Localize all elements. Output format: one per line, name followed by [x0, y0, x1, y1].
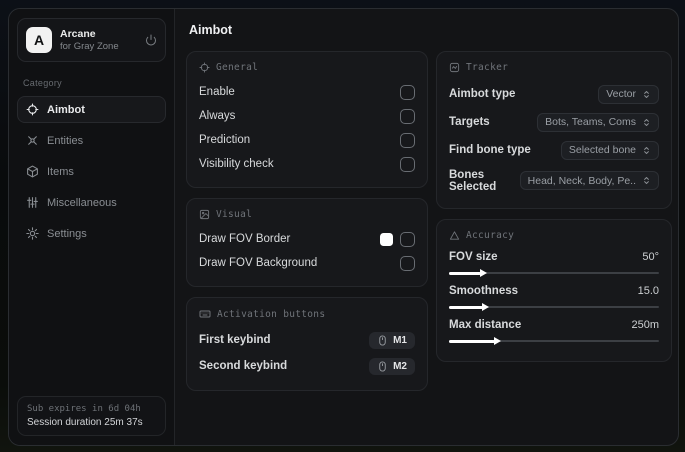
setting-row-prediction: Prediction — [199, 128, 415, 152]
draw-fov-border-checkbox[interactable] — [400, 231, 415, 247]
slider-thumb[interactable] — [494, 337, 502, 345]
setting-row-draw-fov-background: Draw FOV Background — [199, 251, 415, 275]
entities-icon — [26, 134, 39, 147]
setting-row-second-keybind: Second keybind M2 — [199, 353, 415, 379]
chevron-up-down-icon — [642, 118, 651, 127]
targets-select[interactable]: Bots, Teams, Coms — [537, 112, 659, 132]
sidebar-item-entities[interactable]: Entities — [17, 127, 166, 154]
crosshair-icon — [199, 62, 210, 73]
fov-border-color-swatch[interactable] — [380, 232, 393, 246]
setting-row-targets: Targets Bots, Teams, Coms — [449, 108, 659, 136]
setting-row-visibility-check: Visibility check — [199, 152, 415, 176]
activation-card: Activation buttons First keybind M1 Seco… — [186, 297, 428, 391]
crosshair-icon — [26, 103, 39, 116]
sidebar-item-miscellaneous[interactable]: Miscellaneous — [17, 189, 166, 216]
slider-thumb[interactable] — [479, 269, 487, 277]
setting-row-enable: Enable — [199, 80, 415, 104]
smoothness-value: 15.0 — [637, 285, 659, 297]
sidebar-item-label: Items — [47, 165, 74, 178]
subscription-info: Sub expires in 6d 04h Session duration 2… — [17, 396, 166, 436]
setting-row-fov-size: FOV size 50° — [449, 248, 659, 282]
visual-card: Visual Draw FOV Border Draw FOV Backgrou… — [186, 198, 428, 287]
fov-size-slider[interactable] — [449, 269, 659, 277]
accuracy-card: Accuracy FOV size 50° Smoothness 15.0 Ma… — [436, 219, 672, 362]
chevron-up-down-icon — [642, 90, 651, 99]
card-title: General — [216, 62, 259, 73]
power-icon[interactable] — [145, 34, 157, 46]
mouse-icon — [377, 360, 388, 372]
card-title: Accuracy — [466, 230, 515, 241]
cube-icon — [26, 165, 39, 178]
sidebar: A Arcane for Gray Zone Category Aimbot E… — [9, 9, 175, 445]
sidebar-item-items[interactable]: Items — [17, 158, 166, 185]
slider-thumb[interactable] — [481, 303, 489, 311]
smoothness-slider[interactable] — [449, 303, 659, 311]
card-title: Tracker — [466, 62, 509, 73]
aimbot-type-select[interactable]: Vector — [598, 84, 659, 104]
activity-icon — [449, 62, 460, 73]
chevron-up-down-icon — [642, 146, 651, 155]
mouse-icon — [377, 334, 388, 346]
sub-expiry-text: Sub expires in 6d 04h — [27, 404, 141, 414]
max-distance-slider[interactable] — [449, 337, 659, 345]
max-distance-value: 250m — [631, 319, 659, 331]
chevron-up-down-icon — [642, 176, 651, 185]
bones-selected-select[interactable]: Head, Neck, Body, Pe.. — [519, 171, 659, 190]
setting-row-max-distance: Max distance 250m — [449, 316, 659, 350]
first-keybind-button[interactable]: M1 — [369, 331, 415, 349]
card-title: Visual — [216, 209, 253, 220]
page-title: Aimbot — [189, 23, 233, 37]
visibility-check-checkbox[interactable] — [400, 156, 415, 172]
second-keybind-button[interactable]: M2 — [369, 357, 415, 375]
setting-row-find-bone-type: Find bone type Selected bone — [449, 136, 659, 164]
sidebar-item-label: Aimbot — [47, 103, 85, 116]
tracker-card: Tracker Aimbot type Vector Targets Bots,… — [436, 51, 672, 209]
find-bone-type-select[interactable]: Selected bone — [560, 140, 659, 160]
draw-fov-background-checkbox[interactable] — [400, 255, 415, 271]
gear-icon — [26, 227, 39, 240]
setting-row-aimbot-type: Aimbot type Vector — [449, 80, 659, 108]
session-duration-text: Session duration 25m 37s — [27, 417, 143, 428]
main-panel: Aimbot General Enable Always Prediction … — [175, 9, 678, 445]
fov-size-value: 50° — [642, 251, 659, 263]
setting-row-bones-selected: Bones Selected Head, Neck, Body, Pe.. — [449, 164, 659, 197]
app-logo: A — [26, 27, 52, 53]
always-checkbox[interactable] — [400, 108, 415, 124]
sidebar-item-label: Miscellaneous — [47, 196, 117, 209]
setting-row-always: Always — [199, 104, 415, 128]
sliders-icon — [26, 196, 39, 209]
keyboard-icon — [199, 308, 211, 320]
general-card: General Enable Always Prediction Visibil… — [186, 51, 428, 188]
enable-checkbox[interactable] — [400, 84, 415, 100]
sidebar-item-settings[interactable]: Settings — [17, 220, 166, 247]
setting-row-smoothness: Smoothness 15.0 — [449, 282, 659, 316]
prediction-checkbox[interactable] — [400, 132, 415, 148]
sidebar-item-aimbot[interactable]: Aimbot — [17, 96, 166, 123]
app-window: A Arcane for Gray Zone Category Aimbot E… — [8, 8, 679, 446]
card-title: Activation buttons — [217, 308, 326, 320]
brand-card: A Arcane for Gray Zone — [17, 18, 166, 62]
sidebar-item-label: Entities — [47, 134, 84, 147]
keybind-value: M1 — [393, 334, 407, 346]
category-label: Category — [23, 78, 62, 88]
image-icon — [199, 209, 210, 220]
app-name: Arcane — [60, 28, 96, 40]
setting-row-draw-fov-border: Draw FOV Border — [199, 227, 415, 251]
setting-row-first-keybind: First keybind M1 — [199, 327, 415, 353]
sidebar-item-label: Settings — [47, 227, 87, 240]
app-subtitle: for Gray Zone — [60, 40, 119, 52]
keybind-value: M2 — [393, 360, 407, 372]
triangle-icon — [449, 230, 460, 241]
